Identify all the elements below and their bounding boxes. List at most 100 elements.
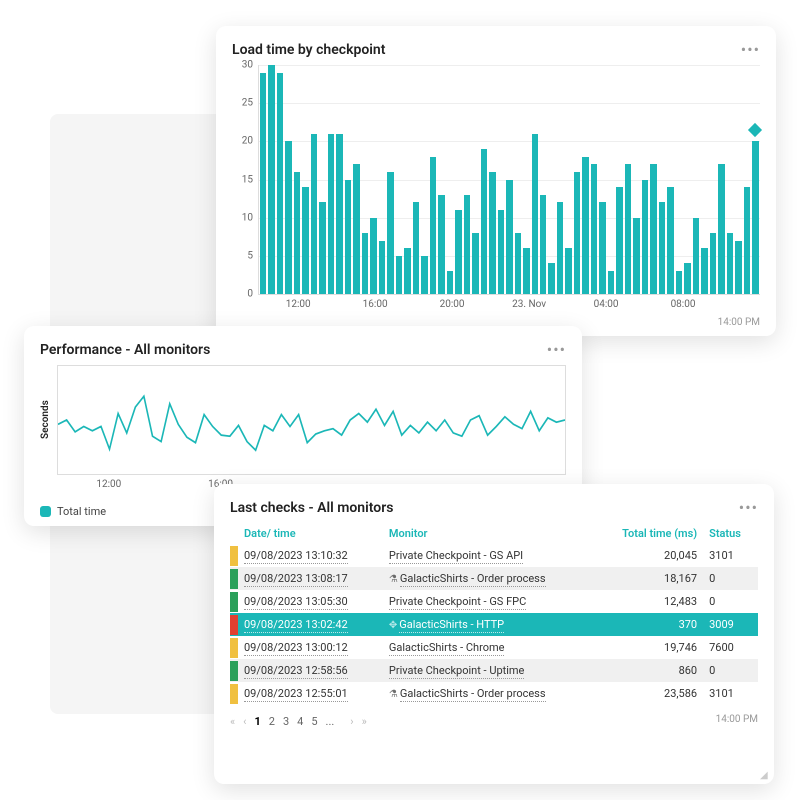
- bar: [455, 210, 461, 294]
- bar: [506, 180, 512, 295]
- page-link[interactable]: 3: [283, 715, 289, 728]
- more-icon[interactable]: •••: [547, 340, 566, 359]
- last-page-icon[interactable]: »: [362, 715, 367, 728]
- bar: [532, 134, 538, 294]
- monitor-cell[interactable]: Private Checkpoint - Uptime: [389, 664, 524, 679]
- status-cell: 0: [703, 567, 758, 590]
- date-cell[interactable]: 09/08/2023 12:55:01: [244, 687, 348, 702]
- bar: [260, 73, 266, 294]
- bar: [591, 164, 597, 294]
- bar: [438, 195, 444, 294]
- bar: [650, 164, 656, 294]
- checks-table: Date/ time Monitor Total time (ms) Statu…: [230, 523, 758, 705]
- date-cell[interactable]: 09/08/2023 13:00:12: [244, 641, 348, 656]
- bar: [676, 271, 682, 294]
- total-cell: 370: [594, 613, 703, 636]
- more-icon[interactable]: •••: [741, 40, 760, 59]
- monitor-cell[interactable]: GalacticShirts - Order process: [400, 687, 546, 702]
- first-page-icon[interactable]: «: [230, 715, 235, 728]
- x-tick: 23. Nov: [512, 299, 546, 310]
- flask-icon: ⚗: [389, 689, 398, 700]
- col-status[interactable]: Status: [703, 523, 758, 544]
- y-tick: 15: [242, 174, 253, 185]
- col-date[interactable]: Date/ time: [238, 523, 383, 544]
- resize-handle-icon[interactable]: ◢: [760, 770, 770, 780]
- bar: [404, 248, 410, 294]
- card-header: Load time by checkpoint •••: [232, 40, 760, 59]
- card-header: Last checks - All monitors •••: [230, 498, 758, 517]
- status-indicator: [230, 569, 238, 589]
- bar: [752, 141, 758, 294]
- bar: [727, 233, 733, 294]
- page-link[interactable]: 5: [311, 715, 317, 728]
- page-link[interactable]: ...: [326, 715, 335, 728]
- status-indicator: [230, 546, 238, 566]
- bar: [362, 233, 368, 294]
- bar: [548, 263, 554, 294]
- monitor-cell[interactable]: GalacticShirts - Order process: [400, 572, 546, 587]
- bar: [616, 187, 622, 294]
- date-cell[interactable]: 09/08/2023 13:05:30: [244, 595, 348, 610]
- monitor-cell[interactable]: GalacticShirts - HTTP: [399, 618, 504, 633]
- table-row[interactable]: 09/08/2023 13:08:17 ⚗GalacticShirts - Ord…: [230, 567, 758, 590]
- table-row[interactable]: 09/08/2023 13:05:30 Private Checkpoint - …: [230, 590, 758, 613]
- bar: [489, 172, 495, 294]
- page-link[interactable]: 1: [254, 715, 260, 728]
- total-cell: 12,483: [594, 590, 703, 613]
- bar: [565, 248, 571, 294]
- card-title: Performance - All monitors: [40, 342, 210, 358]
- more-icon[interactable]: •••: [739, 498, 758, 517]
- y-tick: 10: [242, 212, 253, 223]
- table-row[interactable]: 09/08/2023 12:55:01 ⚗GalacticShirts - Ord…: [230, 682, 758, 705]
- table-row[interactable]: 09/08/2023 12:58:56 Private Checkpoint - …: [230, 659, 758, 682]
- x-tick: 20:00: [440, 299, 465, 310]
- x-tick: 12:00: [96, 479, 121, 490]
- date-cell[interactable]: 09/08/2023 13:08:17: [244, 572, 348, 587]
- bar: [642, 180, 648, 295]
- status-indicator: [230, 684, 238, 704]
- bar: [311, 134, 317, 294]
- card-title: Load time by checkpoint: [232, 42, 385, 58]
- prev-page-icon[interactable]: ‹: [243, 715, 246, 728]
- bar: [515, 233, 521, 294]
- x-tick: 16:00: [363, 299, 388, 310]
- date-cell[interactable]: 09/08/2023 13:10:32: [244, 549, 348, 564]
- bar: [582, 157, 588, 294]
- date-cell[interactable]: 09/08/2023 13:02:42: [244, 618, 348, 633]
- table-row[interactable]: 09/08/2023 13:02:42✥GalacticShirts - HTT…: [230, 613, 758, 636]
- status-cell: 0: [703, 659, 758, 682]
- total-cell: 860: [594, 659, 703, 682]
- monitor-cell[interactable]: GalacticShirts - Chrome: [389, 641, 505, 656]
- monitor-cell[interactable]: Private Checkpoint - GS FPC: [389, 595, 526, 610]
- table-row[interactable]: 09/08/2023 13:00:12 GalacticShirts - Chro…: [230, 636, 758, 659]
- total-cell: 19,746: [594, 636, 703, 659]
- total-cell: 18,167: [594, 567, 703, 590]
- col-total[interactable]: Total time (ms): [594, 523, 703, 544]
- page-link[interactable]: 4: [297, 715, 303, 728]
- col-monitor[interactable]: Monitor: [383, 523, 594, 544]
- page-link[interactable]: 2: [269, 715, 275, 728]
- bar: [744, 187, 750, 294]
- status-cell: 7600: [703, 636, 758, 659]
- next-page-icon[interactable]: ›: [350, 715, 353, 728]
- x-tick: 04:00: [594, 299, 619, 310]
- bar: [701, 248, 707, 294]
- bar: [328, 134, 334, 294]
- date-cell[interactable]: 09/08/2023 12:58:56: [244, 664, 348, 679]
- status-cell: 3009: [703, 613, 758, 636]
- monitor-cell[interactable]: Private Checkpoint - GS API: [389, 549, 523, 564]
- table-row[interactable]: 09/08/2023 13:10:32 Private Checkpoint - …: [230, 544, 758, 567]
- flask-icon: ⚗: [389, 574, 398, 585]
- x-tick: 08:00: [671, 299, 696, 310]
- bars: [259, 65, 760, 294]
- last-checks-card: Last checks - All monitors ••• Date/ tim…: [214, 484, 774, 784]
- x-axis: 12:0016:0020:0023. Nov04:0008:00: [258, 299, 760, 317]
- bar: [353, 164, 359, 294]
- bar: [718, 164, 724, 294]
- bar: [599, 202, 605, 294]
- bar: [540, 195, 546, 294]
- bar: [413, 202, 419, 294]
- card-title: Last checks - All monitors: [230, 500, 393, 516]
- y-axis-label: Seconds: [40, 365, 51, 475]
- bar: [574, 172, 580, 294]
